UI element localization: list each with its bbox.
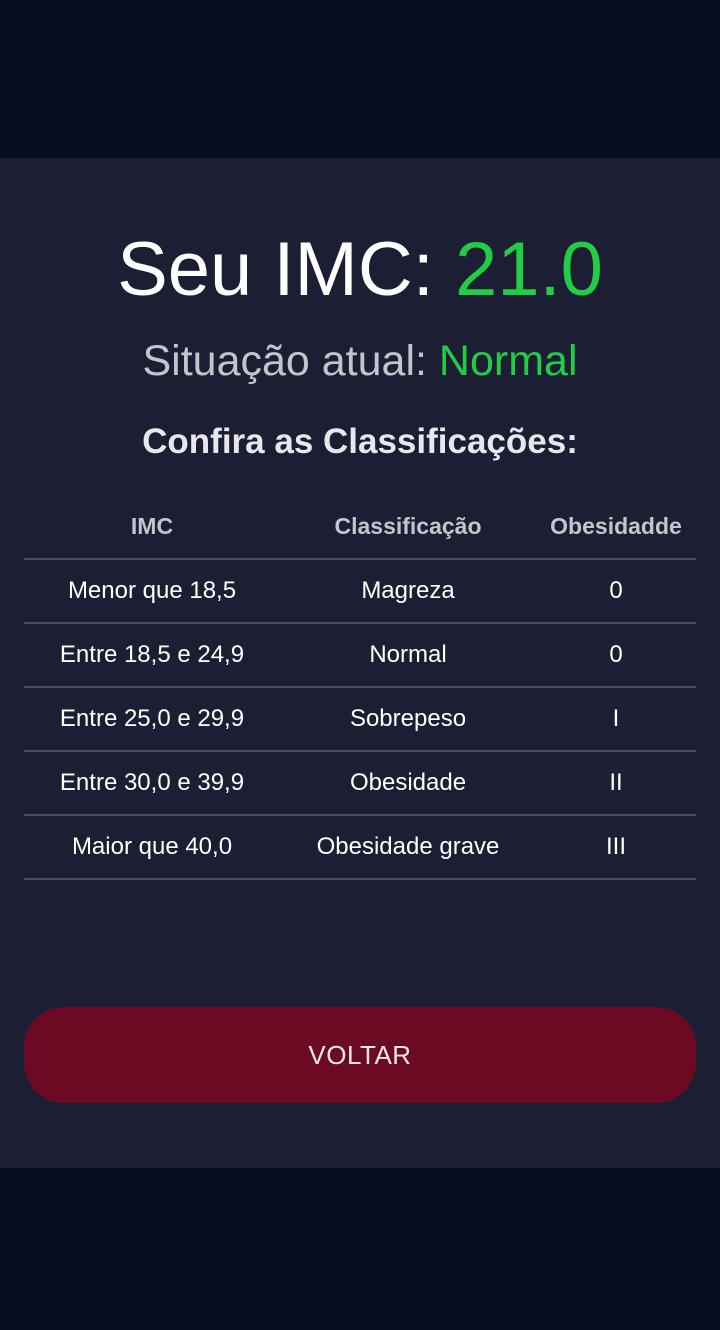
cell-imc-range: Entre 18,5 e 24,9	[59, 641, 245, 668]
imc-value: 21.0	[454, 227, 603, 312]
cell-obesity-grade: 0	[609, 577, 623, 604]
table-row: Entre 30,0 e 39,9 Obesidade II	[24, 752, 696, 816]
imc-title: Seu IMC: 21.0	[0, 232, 720, 308]
imc-title-label: Seu IMC:	[117, 227, 434, 312]
cell-classification: Normal	[369, 641, 447, 668]
table-header-row: IMC Classificação Obesidadde	[24, 494, 696, 560]
cell-imc-range: Entre 25,0 e 29,9	[59, 705, 245, 732]
situation-label: Situação atual:	[142, 337, 427, 385]
cell-obesity-grade: 0	[609, 641, 623, 668]
table-row: Menor que 18,5 Magreza 0	[24, 560, 696, 624]
screen: Seu IMC: 21.0 Situação atual: Normal Con…	[0, 0, 720, 1330]
cell-imc-range: Entre 30,0 e 39,9	[59, 769, 245, 796]
classification-table: IMC Classificação Obesidadde Menor que 1…	[24, 494, 696, 880]
cell-classification: Obesidade	[349, 769, 467, 796]
result-card: Seu IMC: 21.0 Situação atual: Normal Con…	[0, 158, 720, 1168]
cell-obesity-grade: III	[605, 833, 626, 860]
column-header-classification: Classificação	[334, 512, 482, 539]
back-button[interactable]: VOLTAR	[24, 1007, 696, 1103]
cell-classification: Magreza	[361, 577, 455, 604]
cell-classification: Sobrepeso	[349, 705, 467, 732]
cell-obesity-grade: II	[609, 769, 623, 796]
table-row: Maior que 40,0 Obesidade grave III	[24, 816, 696, 880]
classification-heading: Confira as Classificações:	[142, 422, 578, 461]
situation-value: Normal	[438, 337, 578, 385]
situation-line: Situação atual: Normal	[0, 338, 720, 384]
column-header-imc: IMC	[130, 512, 174, 539]
cell-imc-range: Menor que 18,5	[67, 577, 237, 604]
cell-obesity-grade: I	[612, 705, 620, 732]
table-row: Entre 25,0 e 29,9 Sobrepeso I	[24, 688, 696, 752]
table-row: Entre 18,5 e 24,9 Normal 0	[24, 624, 696, 688]
cell-imc-range: Maior que 40,0	[71, 833, 233, 860]
column-header-obesity: Obesidadde	[550, 512, 682, 539]
cell-classification: Obesidade grave	[316, 833, 500, 860]
